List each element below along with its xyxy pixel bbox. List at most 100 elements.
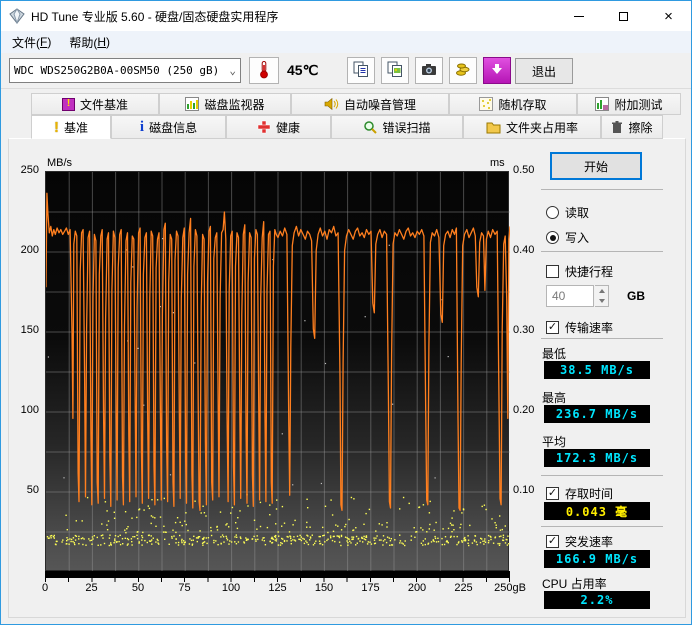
- avg-label: 平均: [542, 435, 567, 449]
- tab-error-scan[interactable]: 错误扫描: [331, 115, 463, 139]
- separator: [541, 526, 663, 527]
- y-tick: 250: [20, 164, 39, 176]
- short-stroke-checkbox[interactable]: 快捷行程: [546, 263, 613, 280]
- checkbox-checked-icon: ✓: [546, 321, 559, 334]
- copy-text-icon: [353, 61, 369, 81]
- y-left-axis-unit: MB/s: [47, 157, 73, 169]
- arrow-up-icon: [598, 289, 605, 293]
- write-radio[interactable]: 写入: [546, 229, 589, 246]
- radio-unchecked-icon: [546, 206, 559, 219]
- tab-folder-usage[interactable]: 文件夹占用率: [463, 115, 601, 139]
- burst-rate-display: 166.9 MB/s: [544, 550, 650, 568]
- tab-benchmark[interactable]: ! 基准: [31, 115, 111, 139]
- temperature-value: 45℃: [287, 62, 319, 78]
- trash-icon: [611, 120, 623, 134]
- tab-erase[interactable]: 擦除: [601, 115, 663, 139]
- temperature-button[interactable]: [249, 57, 279, 84]
- radio-checked-icon: [546, 231, 559, 244]
- app-window: HD Tune 专业版 5.60 - 硬盘/固态硬盘实用程序 × 文件(F) 帮…: [0, 0, 692, 625]
- app-icon: [9, 8, 25, 24]
- y-right-tick: 0.50: [513, 164, 535, 176]
- y-tick: 50: [26, 484, 39, 496]
- avg-value-display: 172.3 MB/s: [544, 449, 650, 467]
- copy-image-icon: [387, 61, 403, 81]
- x-axis-labels: 0 25 50 75 100 125 150 175 200 225 250gB: [41, 582, 526, 594]
- drive-select-value: WDC WDS250G2B0A-00SM50 (250 gB): [14, 64, 220, 77]
- x-axis-bar: [45, 571, 510, 578]
- y-tick: 150: [20, 324, 39, 336]
- cpu-usage-display: 2.2%: [544, 591, 650, 609]
- disk-monitor-icon: [185, 97, 200, 111]
- folder-icon: [486, 121, 501, 134]
- cpu-usage-label: CPU 占用率: [542, 577, 607, 591]
- y-tick: 100: [20, 404, 39, 416]
- window-title: HD Tune 专业版 5.60 - 硬盘/固态硬盘实用程序: [31, 9, 279, 24]
- tab-aam[interactable]: 自动噪音管理: [291, 93, 449, 115]
- tab-health[interactable]: 健康: [226, 115, 331, 139]
- y-tick: 200: [20, 244, 39, 256]
- spin-up-button[interactable]: [595, 286, 608, 296]
- read-radio[interactable]: 读取: [546, 204, 589, 221]
- transfer-rate-checkbox[interactable]: ✓ 传输速率: [546, 319, 613, 336]
- gb-unit-label: GB: [627, 289, 645, 303]
- download-arrow-icon: [491, 63, 503, 78]
- tab-row-primary: ! 基准 i 磁盘信息 健康 错误扫描 文件夹占用率 擦除: [31, 115, 663, 139]
- menu-help[interactable]: 帮助(H): [60, 31, 119, 53]
- burst-rate-checkbox[interactable]: ✓ 突发速率: [546, 533, 613, 550]
- close-icon: ×: [664, 7, 673, 25]
- checkbox-checked-icon: ✓: [546, 535, 559, 548]
- tab-row-secondary: ! 文件基准 磁盘监视器 自动噪音管理 随机存取 附加测试: [31, 93, 681, 115]
- maximize-icon: [619, 11, 628, 21]
- tab-random-access[interactable]: 随机存取: [449, 93, 577, 115]
- access-time-display: 0.043 毫: [544, 502, 650, 520]
- toolbar: WDC WDS250G2B0A-00SM50 (250 gB) ⌄ 45℃ 退出: [1, 53, 691, 89]
- tab-extra-tests[interactable]: 附加测试: [577, 93, 681, 115]
- minimize-button[interactable]: [556, 1, 601, 31]
- extra-tests-icon: [595, 97, 610, 111]
- arrow-down-icon: [598, 299, 605, 303]
- magnifier-icon: [363, 120, 378, 134]
- checkbox-checked-icon: ✓: [546, 487, 559, 500]
- info-icon: i: [139, 118, 145, 135]
- access-time-checkbox[interactable]: ✓ 存取时间: [546, 485, 613, 502]
- separator: [541, 338, 663, 339]
- tab-disk-info[interactable]: i 磁盘信息: [111, 115, 226, 139]
- spin-down-button[interactable]: [595, 296, 608, 306]
- tab-disk-monitor[interactable]: 磁盘监视器: [159, 93, 291, 115]
- chart-plot: [45, 171, 510, 572]
- coins-icon: [455, 61, 471, 80]
- coins-button[interactable]: [449, 57, 477, 84]
- tab-file-benchmark[interactable]: ! 文件基准: [31, 93, 159, 115]
- max-label: 最高: [542, 391, 567, 405]
- y-right-axis-unit: ms: [490, 157, 505, 169]
- thermometer-icon: [259, 60, 269, 82]
- exit-button[interactable]: 退出: [515, 58, 573, 84]
- drive-select[interactable]: WDC WDS250G2B0A-00SM50 (250 gB) ⌄: [9, 58, 241, 83]
- benchmark-icon: !: [53, 118, 59, 136]
- benchmark-graph: [46, 172, 510, 572]
- separator: [541, 475, 663, 476]
- copy-text-button[interactable]: [347, 57, 375, 84]
- menu-bar: 文件(F) 帮助(H): [1, 31, 691, 53]
- camera-icon: [421, 62, 437, 80]
- screenshot-button[interactable]: [415, 57, 443, 84]
- short-stroke-spinner: [595, 285, 609, 307]
- min-label: 最低: [542, 347, 567, 361]
- separator: [541, 251, 663, 252]
- chevron-down-icon: ⌄: [229, 64, 236, 77]
- file-benchmark-icon: !: [61, 97, 75, 111]
- max-value-display: 236.7 MB/s: [544, 405, 650, 423]
- download-button[interactable]: [483, 57, 511, 84]
- min-value-display: 38.5 MB/s: [544, 361, 650, 379]
- close-button[interactable]: ×: [646, 1, 691, 31]
- health-cross-icon: [257, 120, 271, 134]
- title-bar: HD Tune 专业版 5.60 - 硬盘/固态硬盘实用程序 ×: [1, 1, 691, 31]
- menu-file[interactable]: 文件(F): [3, 31, 60, 53]
- copy-image-button[interactable]: [381, 57, 409, 84]
- maximize-button[interactable]: [601, 1, 646, 31]
- short-stroke-input[interactable]: 40: [546, 285, 594, 307]
- speaker-icon: [324, 97, 339, 111]
- start-button[interactable]: 开始: [550, 152, 642, 180]
- checkbox-unchecked-icon: [546, 265, 559, 278]
- random-access-icon: [479, 97, 494, 111]
